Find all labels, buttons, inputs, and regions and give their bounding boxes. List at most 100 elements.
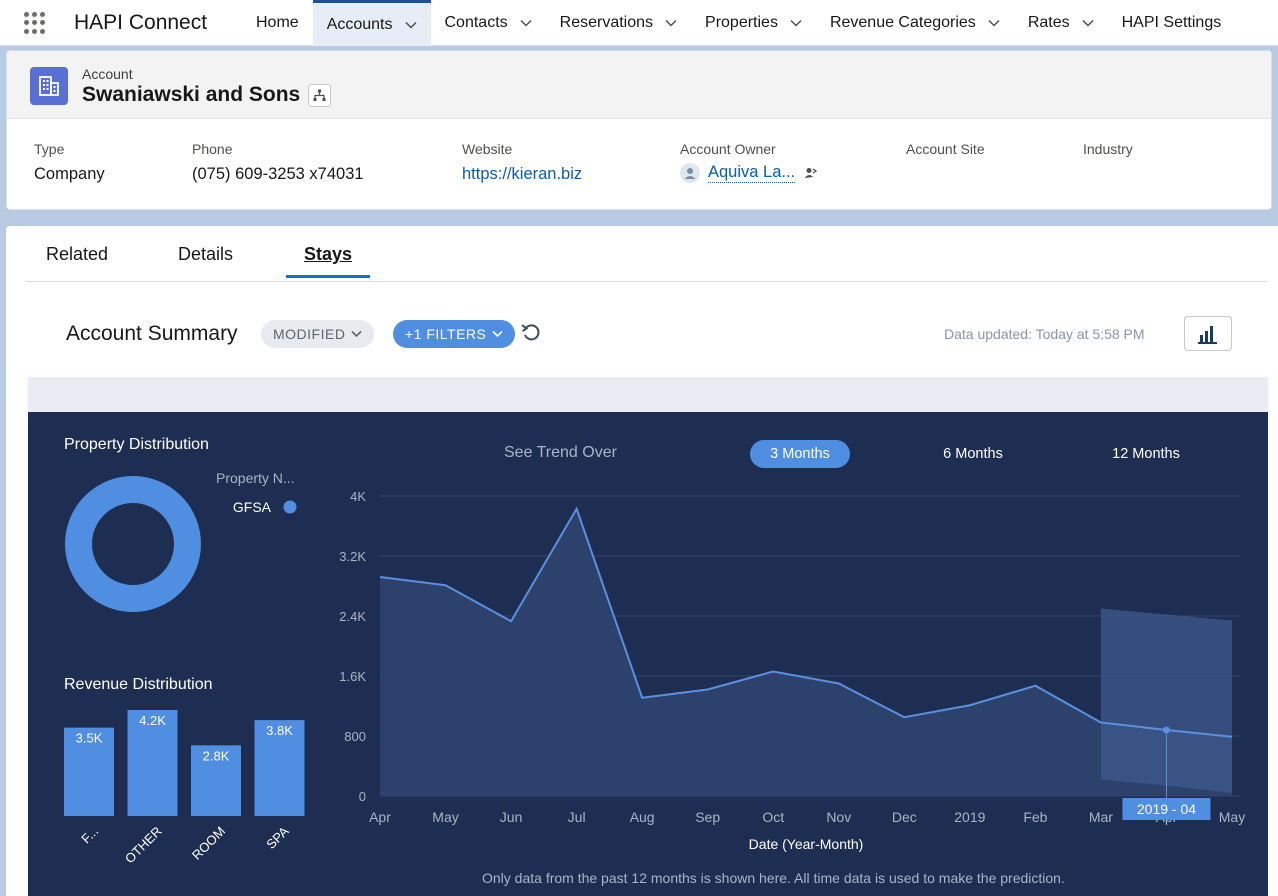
- chevron-down-icon[interactable]: [404, 19, 417, 31]
- field-label: Phone: [192, 141, 233, 157]
- chevron-down-icon[interactable]: [520, 17, 532, 29]
- bar-value-label: 4.2K: [139, 713, 166, 728]
- bar-value-label: 2.8K: [203, 748, 230, 763]
- view-hierarchy-button[interactable]: [308, 84, 331, 107]
- field-type: Type Company: [34, 141, 105, 184]
- legend-swatch: [283, 500, 297, 514]
- hierarchy-icon: [313, 89, 326, 101]
- donut-slice: [65, 476, 201, 612]
- nav-item-hapi-settings[interactable]: HAPI Settings: [1108, 0, 1236, 46]
- highlights-panel: Type Company Phone (075) 609-3253 x74031…: [7, 141, 1271, 201]
- record-header-top: Account Swaniawski and Sons: [7, 51, 1271, 119]
- field-label: Type: [34, 141, 65, 157]
- chevron-down-icon[interactable]: [988, 17, 1000, 29]
- x-tick-label: Nov: [826, 809, 851, 825]
- field-label: Industry: [1083, 141, 1133, 157]
- reset-icon[interactable]: [520, 322, 542, 344]
- field-account-site: Account Site: [906, 141, 985, 165]
- summary-title: Account Summary: [66, 322, 238, 345]
- y-tick-label: 1.6K: [339, 669, 366, 684]
- tab-stays[interactable]: Stays: [286, 244, 371, 278]
- tab-details[interactable]: Details: [178, 244, 233, 275]
- x-axis-title: Date (Year-Month): [749, 836, 864, 852]
- record-object-label: Account: [82, 66, 133, 82]
- main-card: Related Details Stays Account Summary MO…: [6, 226, 1278, 896]
- modified-dropdown[interactable]: MODIFIED: [261, 320, 375, 348]
- field-value: Company: [34, 165, 105, 183]
- bar-value-label: 3.5K: [76, 731, 103, 746]
- modified-label: MODIFIED: [273, 326, 346, 342]
- nav-item-revenue-categories[interactable]: Revenue Categories: [816, 0, 1014, 46]
- nav-item-label: Contacts: [444, 14, 508, 31]
- nav-item-label: Reservations: [559, 14, 654, 31]
- bar-category-label: OTHER: [122, 824, 165, 867]
- field-account-owner: Account Owner Aquiva La...: [680, 141, 818, 183]
- app-name: HAPI Connect: [74, 11, 208, 34]
- nav-item-properties[interactable]: Properties: [691, 0, 816, 46]
- x-tick-label: May: [1219, 809, 1245, 825]
- x-tick-label: Aug: [630, 809, 655, 825]
- account-owner-link[interactable]: Aquiva La...: [708, 163, 796, 183]
- y-tick-label: 2.4K: [339, 609, 366, 624]
- record-header: Account Swaniawski and Sons Type Company…: [6, 50, 1272, 210]
- field-phone: Phone (075) 609-3253 x74031: [192, 141, 364, 184]
- chevron-down-icon[interactable]: [790, 17, 802, 29]
- tooltip-marker: [1162, 726, 1170, 734]
- x-tick-label: 2019: [954, 809, 985, 825]
- global-nav: HAPI Connect Home Accounts Contacts Reserva…: [0, 0, 1278, 46]
- record-tabs: Related Details Stays: [26, 226, 1268, 282]
- x-tick-label: Mar: [1089, 809, 1113, 825]
- nav-item-rates[interactable]: Rates: [1014, 0, 1108, 46]
- nav-item-label: Revenue Categories: [829, 14, 976, 31]
- chevron-down-icon[interactable]: [665, 17, 677, 29]
- chevron-down-icon[interactable]: [1082, 17, 1094, 29]
- x-tick-label: Oct: [762, 809, 784, 825]
- chevron-down-icon: [492, 330, 503, 338]
- x-tick-label: Dec: [892, 809, 917, 825]
- x-tick-label: May: [432, 809, 458, 825]
- field-label: Account Site: [906, 141, 985, 157]
- bar-category-label: F...: [78, 824, 101, 847]
- bar-category-label: SPA: [263, 823, 292, 852]
- nav-item-contacts[interactable]: Contacts: [431, 0, 546, 46]
- field-industry: Industry: [1083, 141, 1133, 165]
- nav-item-accounts[interactable]: Accounts: [312, 0, 431, 46]
- nav-item-label: Accounts: [326, 15, 393, 33]
- y-tick-label: 0: [359, 789, 366, 804]
- x-tick-label: Jul: [568, 809, 586, 825]
- change-owner-icon[interactable]: [803, 166, 818, 180]
- chart-view-button[interactable]: [1184, 316, 1232, 351]
- nav-item-reservations[interactable]: Reservations: [546, 0, 691, 46]
- x-tick-label: Jun: [500, 809, 523, 825]
- x-tick-label: Apr: [369, 809, 391, 825]
- nav-item-home[interactable]: Home: [242, 0, 313, 46]
- tab-related[interactable]: Related: [46, 244, 108, 275]
- bar-category-label: ROOM: [189, 824, 228, 863]
- nav-item-label: Properties: [705, 14, 778, 31]
- field-website: Website https://kieran.biz: [462, 141, 582, 184]
- chevron-down-icon: [351, 330, 363, 338]
- record-title: Swaniawski and Sons: [82, 83, 301, 106]
- bar-value-label: 3.8K: [266, 723, 293, 738]
- filters-dropdown[interactable]: +1 FILTERS: [393, 320, 516, 348]
- field-label: Website: [462, 141, 513, 157]
- website-link[interactable]: https://kieran.biz: [462, 165, 582, 184]
- y-tick-label: 3.2K: [339, 549, 366, 564]
- nav-item-label: Rates: [1027, 14, 1070, 31]
- tooltip-label: 2019 - 04: [1137, 801, 1196, 817]
- user-avatar-icon: [684, 168, 696, 179]
- field-label: Account Owner: [680, 141, 776, 157]
- app-launcher-icon[interactable]: [24, 12, 46, 34]
- nav-item-label: Home: [256, 14, 299, 31]
- stays-dashboard: Property Distribution Property N... Reve…: [28, 412, 1268, 896]
- account-icon: [30, 67, 68, 105]
- nav-item-label: HAPI Settings: [1121, 14, 1222, 31]
- y-tick-label: 800: [344, 729, 366, 744]
- footnote: Only data from the past 12 months is sho…: [482, 870, 1065, 886]
- summary-toolbar: Account Summary MODIFIED +1 FILTERS Data…: [26, 282, 1268, 376]
- bar-chart-icon: [1198, 325, 1217, 344]
- data-updated-text: Data updated: Today at 5:58 PM: [944, 326, 1145, 342]
- x-tick-label: Sep: [695, 809, 720, 825]
- legend-label: GFSA: [233, 499, 272, 515]
- dashboard-spacer: [28, 377, 1268, 412]
